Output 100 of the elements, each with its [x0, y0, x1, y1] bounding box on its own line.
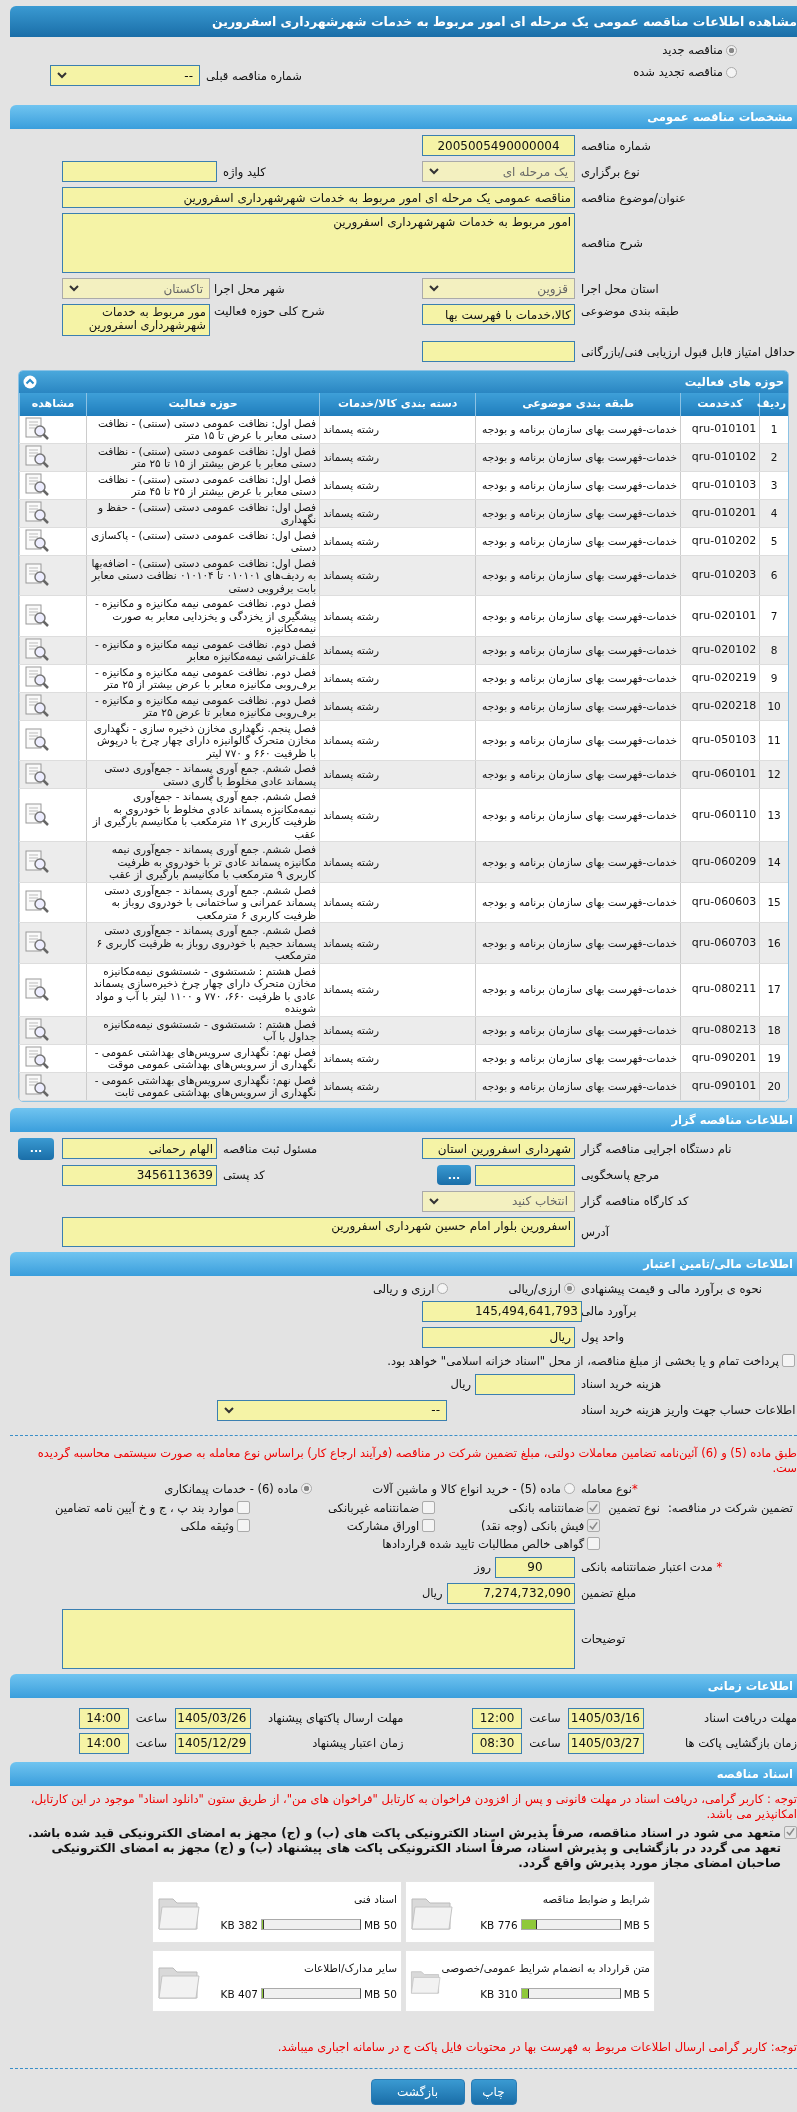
field-label: شماره مناقصه قبلی — [206, 68, 302, 83]
activity-scope-field[interactable]: مور مربوط به خدمات شهرشهرداری اسفرورین — [62, 304, 210, 336]
document-magnifier-icon[interactable] — [24, 803, 50, 827]
field-label: حداقل امتیاز قابل قبول ارزیابی فنی/بازرگانی — [580, 344, 797, 359]
validity-field[interactable]: 90 — [495, 1556, 575, 1578]
date-field[interactable]: 1405/12/29 — [174, 1732, 251, 1754]
checkbox[interactable] — [587, 1501, 601, 1514]
checkbox[interactable] — [587, 1537, 601, 1550]
radio-button[interactable] — [301, 1483, 313, 1494]
address-field[interactable]: اسفرورین بلوار امام حسین شهرداری اسفرورین — [62, 1216, 575, 1247]
tender-number-field[interactable]: 2005005490000004 — [422, 135, 575, 156]
description-field[interactable]: امور مربوط به خدمات شهرشهرداری اسفرورین — [62, 213, 575, 273]
time-field[interactable]: 14:00 — [78, 1732, 129, 1754]
section-header: اطلاعات مالی/تامین اعتبار — [10, 1251, 797, 1276]
time-field[interactable]: 14:00 — [78, 1707, 129, 1729]
table-cell: 10 — [759, 692, 788, 720]
table-cell: رشته پسماند — [319, 555, 476, 596]
browse-button[interactable]: ... — [437, 1165, 471, 1185]
table-cell: 15 — [759, 882, 788, 923]
table-cell: فصل ششم. جمع آوری پسماند - جمع‌آوری دستی پسماند عادی مخلوط با گاری دستی — [86, 760, 320, 789]
table-cell: qru-010201 — [680, 499, 760, 527]
checkbox[interactable] — [422, 1501, 436, 1514]
table-cell: 8 — [759, 636, 788, 664]
previous-tender-select[interactable]: -- — [50, 65, 200, 86]
date-field[interactable]: 1405/03/26 — [174, 1707, 251, 1729]
radio-button[interactable] — [564, 1283, 575, 1294]
document-magnifier-icon[interactable] — [24, 501, 50, 525]
estimate-field[interactable]: 145,494,641,793 — [422, 1300, 582, 1322]
table-cell: فصل پنجم. نگهداری مخازن ذخیره سازی - نگهداری مخازن متحرک گالوانیزه دارای چهار چرخ با درپوش با ظرفیت ۶۶۰ و ۷۷۰ لیتر — [86, 720, 320, 761]
document-magnifier-icon[interactable] — [24, 977, 50, 1002]
document-magnifier-icon[interactable] — [24, 603, 50, 628]
date-field[interactable]: 1405/03/16 — [568, 1707, 644, 1729]
category-field[interactable]: کالا،خدمات با فهرست بها — [422, 304, 575, 325]
browse-button[interactable]: ... — [18, 1137, 54, 1160]
checkbox[interactable] — [587, 1519, 601, 1532]
account-select[interactable]: -- — [217, 1399, 447, 1421]
document-magnifier-icon[interactable] — [24, 890, 50, 915]
document-magnifier-icon[interactable] — [24, 563, 50, 588]
radio-button[interactable] — [726, 66, 737, 78]
document-magnifier-icon[interactable] — [24, 930, 50, 955]
table-cell: 9 — [759, 664, 788, 692]
notes-field[interactable] — [62, 1608, 575, 1669]
min-score-field[interactable] — [422, 341, 575, 362]
city-select[interactable]: تاکستان — [62, 278, 210, 299]
registrar-field[interactable]: الهام رحمانی — [62, 1138, 217, 1159]
province-select[interactable]: قزوین — [422, 278, 575, 299]
guarantee-amount-field[interactable]: 7,274,732,090 — [446, 1582, 575, 1604]
organization-field[interactable]: شهرداری اسفرورین استان — [422, 1138, 575, 1159]
checkbox[interactable] — [237, 1501, 251, 1514]
field-label: کد پستی — [222, 1168, 266, 1182]
currency-field[interactable]: ریال — [422, 1326, 575, 1348]
subject-field[interactable]: مناقصه عمومی یک مرحله ای امور مربوط به خدمات شهرشهرداری اسفرورین — [62, 187, 575, 208]
file-name: اسناد فنی — [352, 1892, 397, 1905]
action-button[interactable]: چاپ — [470, 2078, 517, 2105]
document-magnifier-icon[interactable] — [24, 1074, 50, 1098]
date-field[interactable]: 1405/03/27 — [568, 1732, 644, 1754]
action-button[interactable]: بازگشت — [370, 2078, 465, 2105]
document-magnifier-icon[interactable] — [24, 638, 50, 662]
field-label: زمان اعتبار پیشنهاد — [311, 1736, 404, 1750]
field-label: ساعت — [528, 1711, 562, 1725]
checkbox[interactable] — [784, 1825, 797, 1839]
collapse-icon[interactable] — [23, 375, 37, 389]
unit-label: ریال — [422, 1586, 443, 1600]
document-cost-field[interactable] — [475, 1373, 575, 1395]
field-label: استان محل اجرا — [580, 281, 660, 296]
postal-code-field[interactable]: 3456113639 — [62, 1164, 217, 1186]
field-label: ساعت — [134, 1711, 169, 1725]
document-magnifier-icon[interactable] — [24, 417, 50, 441]
radio-button[interactable] — [564, 1483, 575, 1494]
table-cell: فصل اول: نظافت عمومی دستی (سنتی) - نظافت دستی معابر با عرض تا ۱۵ متر — [86, 415, 320, 443]
radio-button[interactable] — [726, 44, 737, 56]
document-magnifier-icon[interactable] — [24, 1018, 50, 1042]
section-header: اسناد مناقصه — [10, 1761, 797, 1786]
table-cell: رشته پسماند — [319, 595, 476, 636]
document-magnifier-icon[interactable] — [24, 529, 50, 553]
checkbox[interactable] — [237, 1519, 251, 1532]
caret-icon — [429, 285, 439, 292]
radio-button[interactable] — [437, 1283, 449, 1294]
table-cell: 20 — [759, 1072, 788, 1100]
checkbox[interactable] — [422, 1519, 436, 1532]
table-cell: رشته پسماند — [319, 1044, 476, 1072]
time-field[interactable]: 12:00 — [472, 1707, 522, 1729]
keyword-field[interactable] — [62, 161, 217, 182]
workshop-code-select[interactable]: انتخاب کنید — [422, 1190, 575, 1212]
document-magnifier-icon[interactable] — [24, 849, 50, 874]
document-magnifier-icon[interactable] — [24, 1046, 50, 1070]
document-magnifier-icon[interactable] — [24, 762, 50, 787]
field-label: نحوه ی برآورد مالی و قیمت پیشنهادی — [580, 1281, 764, 1296]
document-magnifier-icon[interactable] — [24, 473, 50, 497]
checkbox[interactable] — [782, 1354, 795, 1367]
document-magnifier-icon[interactable] — [24, 666, 50, 690]
page-title: مشاهده اطلاعات مناقصه عمومی یک مرحله ای امور مربوط به خدمات شهرشهرداری اسفرورین — [10, 6, 797, 37]
time-field[interactable]: 08:30 — [472, 1732, 522, 1754]
document-magnifier-icon[interactable] — [24, 728, 50, 753]
reference-field[interactable] — [475, 1164, 575, 1186]
document-magnifier-icon[interactable] — [24, 694, 50, 718]
holding-type-select[interactable]: یک مرحله ای — [422, 161, 575, 182]
file-size: 407 KB — [220, 1987, 258, 2000]
document-magnifier-icon[interactable] — [24, 445, 50, 469]
option-label: فیش بانکی (وجه نقد) — [480, 1518, 585, 1533]
